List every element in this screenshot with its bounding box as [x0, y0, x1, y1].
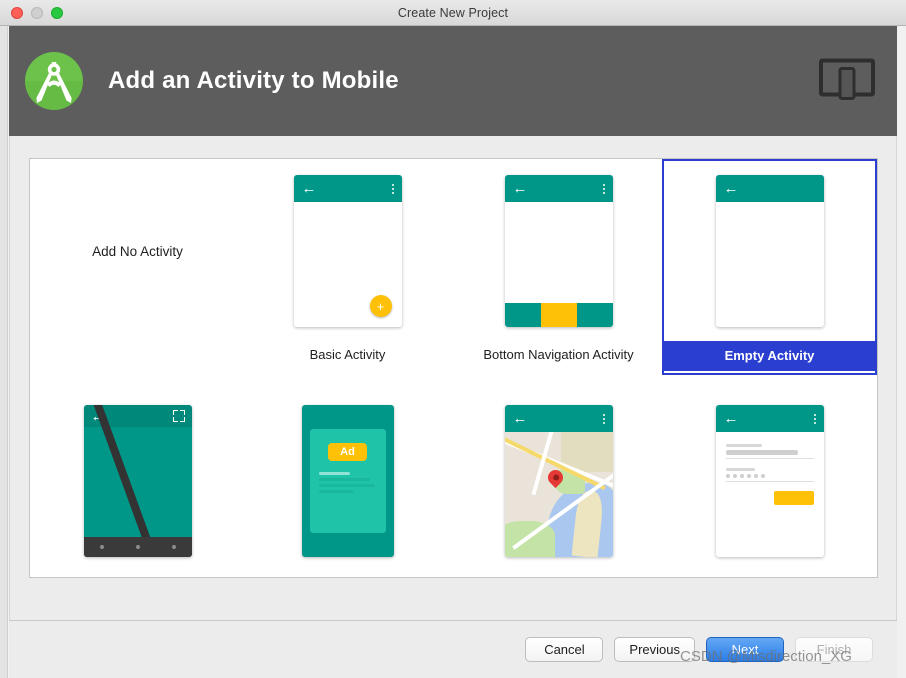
- activity-templates-panel: Add No Activity ← + Basic Activity ← Bot…: [29, 158, 878, 578]
- admob-ads-activity-thumbnail: Ad: [242, 391, 453, 571]
- google-maps-activity-thumbnail: ←: [453, 391, 664, 571]
- phone-mock: Ad: [301, 405, 394, 557]
- template-card-fullscreen-activity[interactable]: ←: [32, 391, 243, 571]
- finish-button: Finish: [795, 637, 873, 662]
- password-field-label: [725, 468, 756, 471]
- template-card-no-activity[interactable]: Add No Activity: [32, 161, 243, 373]
- cancel-button[interactable]: Cancel: [525, 637, 604, 662]
- system-navigation-bar: [83, 537, 192, 557]
- bottom-navigation-thumbnail: ←: [453, 161, 664, 341]
- overflow-menu-icon: [391, 183, 394, 194]
- back-arrow-icon: ←: [723, 410, 739, 427]
- phone-mock: ← +: [293, 175, 402, 327]
- field-underline: [725, 458, 814, 459]
- map-canvas: [504, 432, 613, 557]
- android-studio-logo-icon: [23, 50, 85, 112]
- login-form: [716, 432, 824, 505]
- app-bar: ←: [504, 175, 613, 202]
- app-bar: ←: [715, 405, 824, 432]
- basic-activity-thumbnail: ← +: [242, 161, 453, 341]
- diagonal-accent: [89, 405, 169, 557]
- app-bar: ←: [293, 175, 402, 202]
- ad-text-line: [318, 484, 376, 487]
- phone-mock: ←: [83, 405, 192, 557]
- bottom-nav-item-active: [540, 303, 577, 327]
- ad-card: Ad: [309, 429, 386, 533]
- back-arrow-icon: ←: [512, 180, 528, 197]
- overflow-menu-icon: [602, 183, 605, 194]
- no-activity-thumbnail: Add No Activity: [32, 161, 243, 341]
- template-card-login-activity[interactable]: ←: [664, 391, 875, 571]
- template-card-admob-ads-activity[interactable]: Ad: [242, 391, 453, 571]
- empty-activity-thumbnail: ←: [664, 161, 875, 341]
- sign-in-button: [773, 491, 814, 505]
- wizard-header: Add an Activity to Mobile: [9, 26, 897, 136]
- app-bar: ←: [715, 175, 824, 202]
- floating-action-button-icon: +: [369, 295, 392, 317]
- fullscreen-activity-thumbnail: ←: [32, 391, 243, 571]
- window-titlebar: Create New Project: [0, 0, 906, 26]
- map-park: [504, 521, 555, 557]
- phone-mock: ←: [504, 175, 613, 327]
- background-window-left-edge: [0, 22, 8, 678]
- email-field-value: [725, 450, 798, 455]
- template-label-no-activity: Add No Activity: [92, 243, 183, 259]
- template-label-basic-activity: Basic Activity: [309, 347, 386, 362]
- password-field-dots: [725, 474, 814, 478]
- ad-badge: Ad: [328, 443, 367, 461]
- tablet-and-phone-icon: [819, 57, 875, 106]
- overflow-menu-icon: [602, 413, 605, 424]
- phone-mock: ←: [504, 405, 613, 557]
- overflow-menu-icon: [813, 413, 816, 424]
- nav-dot: [171, 545, 176, 549]
- field-underline: [725, 481, 814, 482]
- template-label-bottom-navigation-activity: Bottom Navigation Activity: [483, 347, 634, 362]
- bottom-nav-item: [576, 303, 613, 327]
- app-bar: ←: [504, 405, 613, 432]
- template-card-basic-activity[interactable]: ← + Basic Activity: [242, 161, 453, 373]
- ad-text-line: [318, 490, 355, 493]
- login-activity-thumbnail: ←: [664, 391, 875, 571]
- window-title: Create New Project: [397, 5, 509, 20]
- phone-mock: ←: [715, 405, 824, 557]
- next-button[interactable]: Next: [706, 637, 784, 662]
- nav-dot: [135, 545, 140, 549]
- fullscreen-expand-icon: [172, 410, 185, 422]
- nav-dot: [99, 545, 104, 549]
- back-arrow-icon: ←: [301, 180, 317, 197]
- back-arrow-icon: ←: [512, 410, 528, 427]
- page-title: Add an Activity to Mobile: [108, 67, 399, 94]
- dialog-button-bar: Cancel Previous Next Finish: [9, 621, 897, 678]
- bottom-nav-item: [504, 303, 541, 327]
- back-arrow-icon: ←: [723, 180, 739, 197]
- template-card-bottom-navigation-activity[interactable]: ← Bottom Navigation Activity: [453, 161, 664, 373]
- template-label-empty-activity: Empty Activity: [664, 341, 875, 371]
- activity-templates-grid: Add No Activity ← + Basic Activity ← Bot…: [30, 159, 877, 577]
- ad-text-line: [318, 472, 351, 475]
- template-card-google-maps-activity[interactable]: ←: [453, 391, 664, 571]
- previous-button[interactable]: Previous: [614, 637, 695, 662]
- template-card-empty-activity[interactable]: ← Empty Activity: [662, 159, 877, 375]
- ad-text-line: [318, 478, 370, 481]
- background-window-right-edge: [896, 22, 906, 678]
- bottom-navigation-bar: [504, 303, 613, 327]
- phone-mock: ←: [715, 175, 824, 327]
- email-field-label: [725, 444, 763, 447]
